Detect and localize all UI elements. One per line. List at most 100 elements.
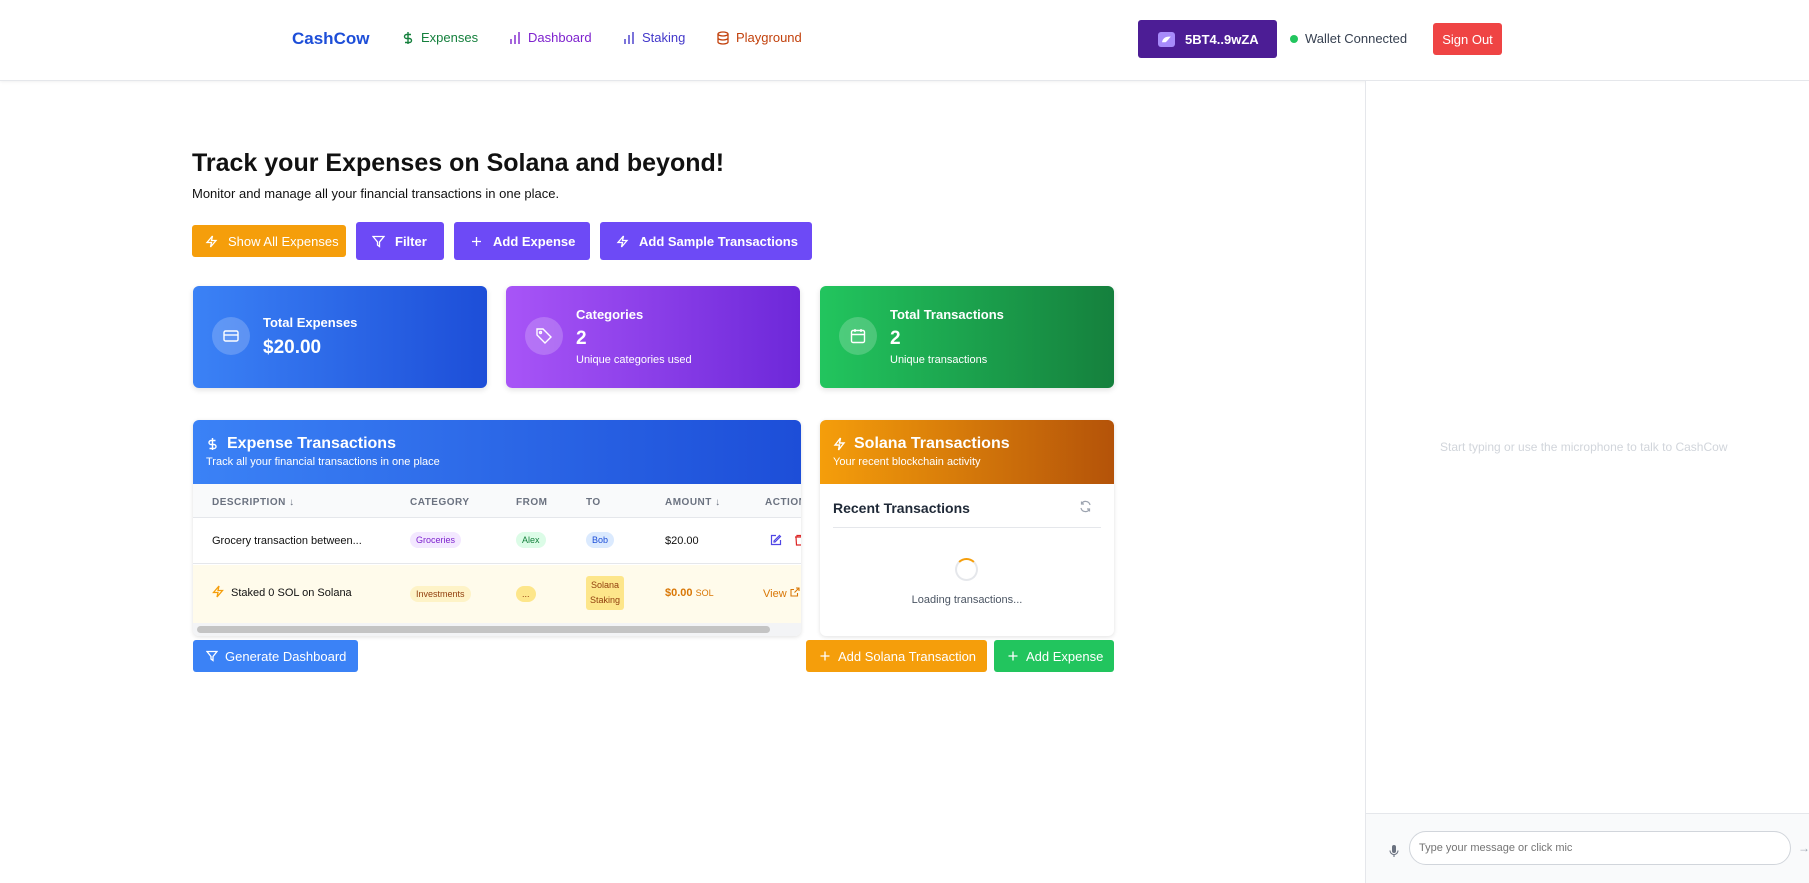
nav-staking-label: Staking xyxy=(642,30,686,45)
wallet-status-label: Wallet Connected xyxy=(1305,31,1408,46)
solana-subtitle: Your recent blockchain activity xyxy=(833,456,981,468)
microphone-icon[interactable] xyxy=(1388,844,1400,858)
page-title: Track your Expenses on Solana and beyond… xyxy=(192,149,725,177)
status-dot-icon xyxy=(1290,34,1298,43)
dollar-icon xyxy=(403,31,413,44)
scrollbar-thumb[interactable] xyxy=(197,626,770,633)
brand-logo[interactable]: CashCow xyxy=(292,29,369,49)
column-header-description[interactable]: DESCRIPTION ↓ xyxy=(212,497,295,508)
add-solana-transaction-button[interactable]: Add Solana Transaction xyxy=(806,640,987,672)
categories-note: Unique categories used xyxy=(576,354,692,366)
total-expenses-value: $20.00 xyxy=(263,337,322,358)
wallet-logo-icon xyxy=(1158,31,1175,47)
expense-transactions-title: Expense Transactions xyxy=(206,435,396,453)
solana-transactions-header: Solana Transactions Your recent blockcha… xyxy=(820,420,1114,484)
column-header-from: FROM xyxy=(516,497,548,508)
page-subtitle: Monitor and manage all your financial tr… xyxy=(192,186,560,201)
from-badge: ... xyxy=(516,586,536,602)
divider xyxy=(833,527,1101,528)
to-badge: Bob xyxy=(586,532,615,548)
to-badge-line: Staking xyxy=(590,595,621,605)
row-description: Staked 0 SOL on Solana xyxy=(231,587,352,599)
database-icon xyxy=(717,30,729,45)
bar-chart-icon xyxy=(624,31,634,44)
lightning-icon xyxy=(833,437,846,451)
nav-dashboard[interactable]: Dashboard xyxy=(508,30,592,45)
credit-card-icon xyxy=(212,317,250,355)
lightning-icon xyxy=(212,585,224,598)
tag-icon xyxy=(525,317,563,355)
lightning-icon xyxy=(205,235,218,247)
table-header-row: DESCRIPTION ↓ CATEGORY FROM TO AMOUNT ↓ … xyxy=(193,484,801,518)
total-transactions-card: Total Transactions 2 Unique transactions xyxy=(820,286,1114,388)
nav-playground[interactable]: Playground xyxy=(716,30,802,45)
show-all-expenses-button[interactable]: Show All Expenses xyxy=(192,225,346,257)
expense-transactions-header: Expense Transactions Track all your fina… xyxy=(193,420,801,484)
show-all-label: Show All Expenses xyxy=(228,233,339,249)
wallet-address: 5BT4..9wZA xyxy=(1185,31,1259,47)
generate-dashboard-button[interactable]: Generate Dashboard xyxy=(193,640,358,672)
expense-transactions-panel: Expense Transactions Track all your fina… xyxy=(193,420,801,636)
edit-icon[interactable] xyxy=(770,534,782,546)
table-row: Staked 0 SOL on Solana Investments ... S… xyxy=(193,565,801,623)
generate-dashboard-label: Generate Dashboard xyxy=(225,648,347,664)
expense-transactions-title-text: Expense Transactions xyxy=(227,435,396,452)
filter-button[interactable]: Filter xyxy=(356,222,444,260)
filter-label: Filter xyxy=(395,233,427,249)
dollar-icon xyxy=(208,438,217,450)
sort-arrow-icon: ↓ xyxy=(289,497,295,508)
solana-transactions-title: Solana Transactions xyxy=(833,435,1010,453)
category-badge: Investments xyxy=(410,586,471,602)
chat-message-input[interactable] xyxy=(1409,831,1791,865)
filter-icon xyxy=(372,235,385,248)
chat-panel: Start typing or use the microphone to ta… xyxy=(1365,81,1809,883)
categories-label: Categories xyxy=(576,307,644,322)
top-navbar: CashCow Expenses Dashboard Staking Playg… xyxy=(0,0,1809,81)
nav-expenses[interactable]: Expenses xyxy=(401,30,478,45)
nav-dashboard-label: Dashboard xyxy=(528,30,592,45)
add-sample-transactions-button[interactable]: Add Sample Transactions xyxy=(600,222,812,260)
wallet-button[interactable]: 5BT4..9wZA xyxy=(1138,20,1277,58)
external-link-icon xyxy=(790,587,800,597)
bar-chart-icon xyxy=(510,31,520,44)
row-description: Grocery transaction between... xyxy=(212,535,362,547)
lightning-icon xyxy=(616,235,629,247)
column-header-amount[interactable]: AMOUNT ↓ xyxy=(665,497,721,508)
categories-card: Categories 2 Unique categories used xyxy=(506,286,800,388)
categories-value: 2 xyxy=(576,328,587,349)
plus-icon xyxy=(820,651,830,661)
total-transactions-value: 2 xyxy=(890,328,901,349)
nav-staking[interactable]: Staking xyxy=(622,30,685,45)
add-expense-bottom-button[interactable]: Add Expense xyxy=(994,640,1114,672)
add-sample-label: Add Sample Transactions xyxy=(639,233,798,249)
view-link[interactable]: View xyxy=(763,587,800,600)
add-expense-button[interactable]: Add Expense xyxy=(454,222,590,260)
calendar-icon xyxy=(839,317,877,355)
row-amount: $0.00 SOL xyxy=(665,587,714,599)
recent-transactions-title: Recent Transactions xyxy=(833,500,970,516)
delete-icon[interactable] xyxy=(794,534,801,546)
chat-empty-hint: Start typing or use the microphone to ta… xyxy=(1440,440,1728,454)
row-amount: $20.00 xyxy=(665,535,699,547)
nav-playground-label: Playground xyxy=(736,30,802,45)
category-badge: Groceries xyxy=(410,532,462,548)
add-expense-label: Add Expense xyxy=(493,233,576,249)
chat-input-bar: → xyxy=(1366,813,1809,883)
horizontal-scrollbar[interactable] xyxy=(193,623,801,636)
column-header-to: TO xyxy=(586,497,601,508)
loading-text: Loading transactions... xyxy=(911,594,1023,606)
sign-out-button[interactable]: Sign Out xyxy=(1433,23,1502,55)
wallet-status: Wallet Connected xyxy=(1290,31,1407,46)
loading-spinner-icon xyxy=(955,558,978,581)
total-expenses-label: Total Expenses xyxy=(263,315,358,330)
amount-unit: SOL xyxy=(695,588,714,598)
refresh-icon[interactable] xyxy=(1079,500,1092,513)
solana-transactions-panel: Solana Transactions Your recent blockcha… xyxy=(820,420,1114,636)
total-transactions-note: Unique transactions xyxy=(890,354,988,366)
to-badge-line: Solana xyxy=(591,580,620,590)
sort-arrow-icon: ↓ xyxy=(715,497,721,508)
plus-icon xyxy=(472,236,481,246)
send-icon[interactable]: → xyxy=(1798,841,1809,855)
solana-title-text: Solana Transactions xyxy=(854,435,1010,452)
total-transactions-label: Total Transactions xyxy=(890,307,1004,322)
